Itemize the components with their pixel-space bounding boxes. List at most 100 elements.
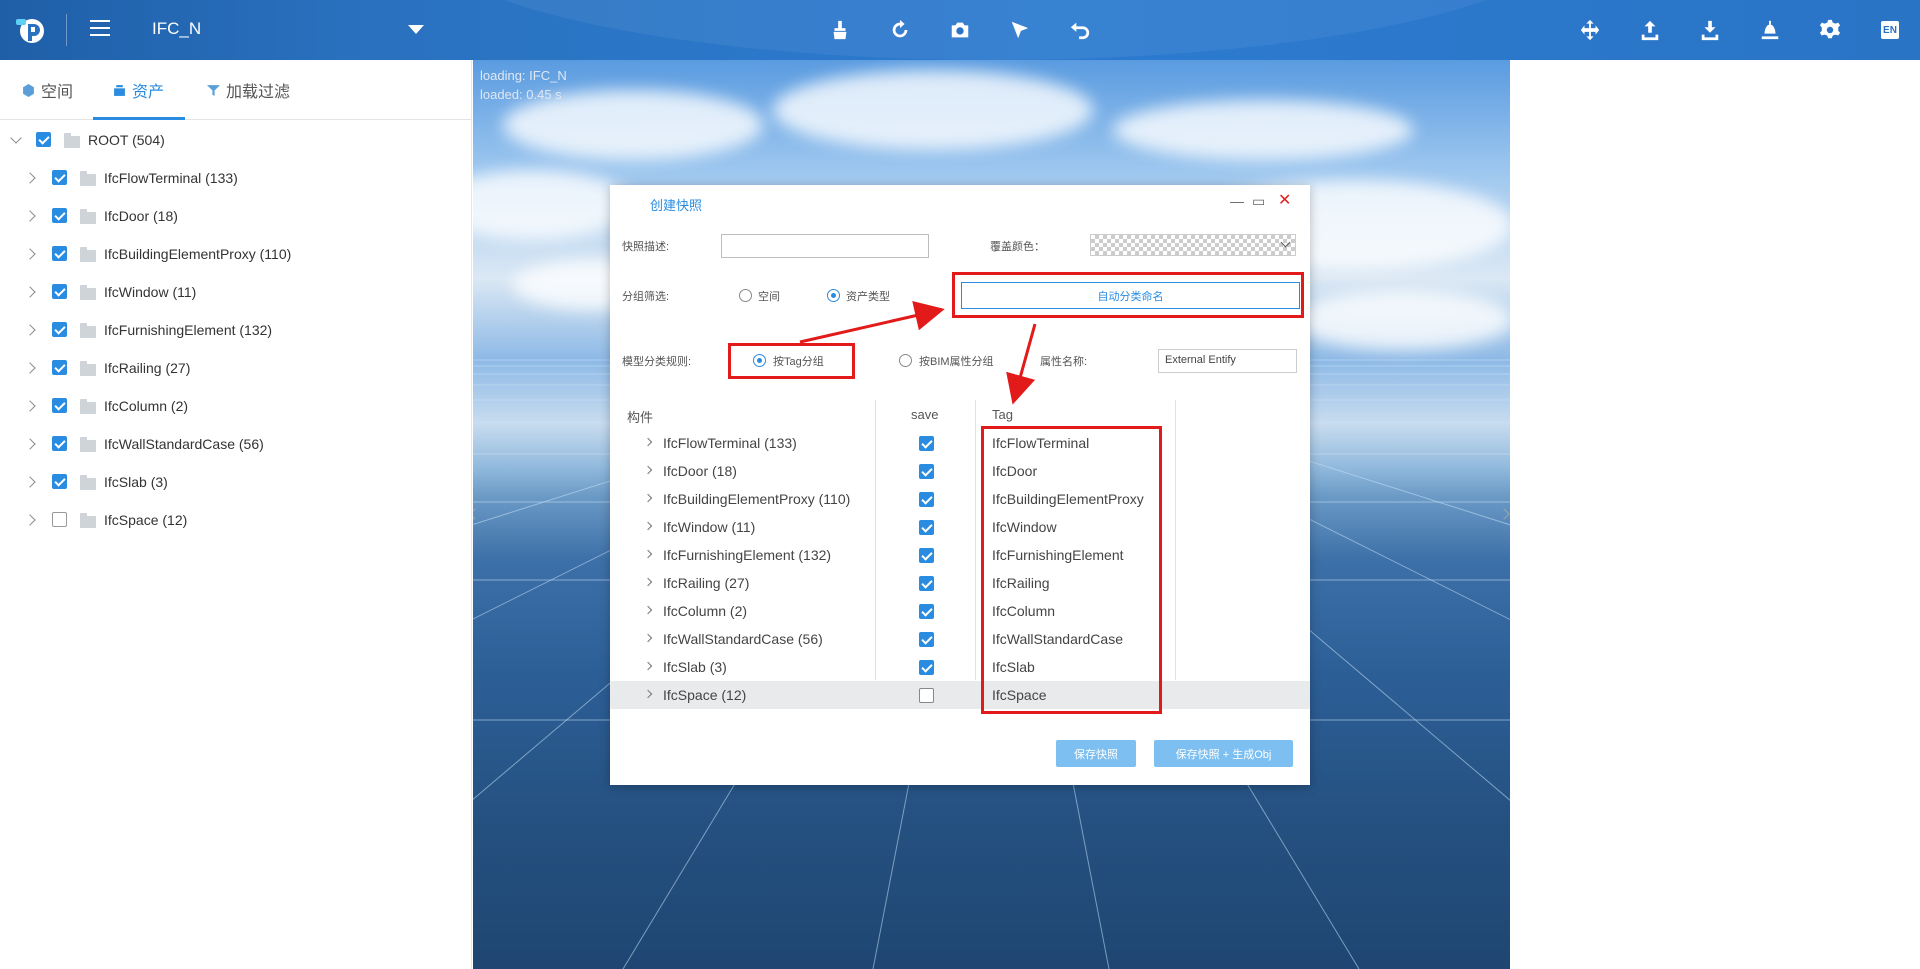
- chevron-right-icon[interactable]: [643, 605, 653, 615]
- chevron-right-icon[interactable]: [24, 324, 36, 336]
- tree-item[interactable]: IfcBuildingElementProxy (110): [0, 235, 470, 273]
- tree-item-checkbox[interactable]: [52, 246, 67, 261]
- chevron-right-icon[interactable]: [24, 286, 36, 298]
- filter-icon: [207, 84, 220, 96]
- chevron-right-icon[interactable]: [643, 549, 653, 559]
- rotate-icon[interactable]: [888, 18, 912, 42]
- tree-item[interactable]: IfcWallStandardCase (56): [0, 425, 470, 463]
- save-checkbox[interactable]: [919, 464, 934, 479]
- save-checkbox[interactable]: [919, 688, 934, 703]
- grid-row[interactable]: IfcFurnishingElement (132) IfcFurnishingE…: [610, 541, 1310, 569]
- menu-icon[interactable]: [90, 20, 110, 40]
- component-name: IfcSlab (3): [663, 659, 727, 675]
- tree-item-checkbox[interactable]: [52, 284, 67, 299]
- chevron-right-icon[interactable]: [24, 248, 36, 260]
- radio-space[interactable]: [739, 289, 752, 302]
- chevron-right-icon[interactable]: [24, 514, 36, 526]
- radio-asset-type[interactable]: [827, 289, 840, 302]
- tree-item-label: IfcWindow (11): [104, 284, 197, 300]
- overlay-color-picker[interactable]: [1090, 234, 1296, 256]
- tree-item-checkbox[interactable]: [52, 208, 67, 223]
- chevron-right-icon[interactable]: [643, 493, 653, 503]
- tree-item-checkbox[interactable]: [52, 398, 67, 413]
- save-checkbox[interactable]: [919, 520, 934, 535]
- chevron-right-icon[interactable]: [643, 661, 653, 671]
- chevron-right-icon[interactable]: [643, 437, 653, 447]
- tree-item[interactable]: IfcRailing (27): [0, 349, 470, 387]
- project-name[interactable]: IFC_N: [152, 19, 201, 39]
- grid-row[interactable]: IfcFlowTerminal (133) IfcFlowTerminal: [610, 429, 1310, 457]
- tree-item[interactable]: IfcSpace (12): [0, 501, 470, 539]
- snapshot-desc-input[interactable]: [721, 234, 929, 258]
- grid-row[interactable]: IfcWindow (11) IfcWindow: [610, 513, 1310, 541]
- tree-item-checkbox[interactable]: [52, 170, 67, 185]
- tree-item-label: IfcDoor (18): [104, 208, 178, 224]
- folder-icon: [80, 323, 96, 338]
- tree-item[interactable]: IfcWindow (11): [0, 273, 470, 311]
- save-checkbox[interactable]: [919, 604, 934, 619]
- root-checkbox[interactable]: [36, 132, 51, 147]
- undo-icon[interactable]: [1068, 18, 1092, 42]
- maximize-icon[interactable]: ▭: [1252, 193, 1265, 210]
- tree-root[interactable]: ROOT (504): [0, 121, 470, 159]
- save-checkbox[interactable]: [919, 576, 934, 591]
- close-icon[interactable]: ✕: [1278, 190, 1291, 210]
- loading-text: loading: IFC_N: [480, 68, 567, 83]
- tree-item-checkbox[interactable]: [52, 474, 67, 489]
- grid-row[interactable]: IfcRailing (27) IfcRailing: [610, 569, 1310, 597]
- chevron-right-icon[interactable]: [643, 577, 653, 587]
- tree-item[interactable]: IfcDoor (18): [0, 197, 470, 235]
- settings-icon[interactable]: [1818, 18, 1842, 42]
- save-checkbox[interactable]: [919, 436, 934, 451]
- select-arrow-icon[interactable]: [1008, 18, 1032, 42]
- save-checkbox[interactable]: [919, 660, 934, 675]
- chevron-right-icon[interactable]: [643, 465, 653, 475]
- grid-row[interactable]: IfcWallStandardCase (56) IfcWallStandardC…: [610, 625, 1310, 653]
- asset-icon: [114, 84, 125, 96]
- chevron-down-icon[interactable]: [10, 132, 22, 144]
- chevron-right-icon[interactable]: [24, 476, 36, 488]
- minimize-icon[interactable]: —: [1230, 193, 1244, 209]
- tree-item[interactable]: IfcFurnishingElement (132): [0, 311, 470, 349]
- tree-item-checkbox[interactable]: [52, 436, 67, 451]
- download-icon[interactable]: [1698, 18, 1722, 42]
- attr-name-input[interactable]: External Entify: [1158, 349, 1297, 373]
- tree-item-checkbox[interactable]: [52, 322, 67, 337]
- lamp-icon[interactable]: [1758, 18, 1782, 42]
- chevron-right-icon[interactable]: [24, 362, 36, 374]
- app-logo-icon[interactable]: [14, 14, 46, 46]
- grid-row[interactable]: IfcDoor (18) IfcDoor: [610, 457, 1310, 485]
- brush-icon[interactable]: [828, 18, 852, 42]
- save-checkbox[interactable]: [919, 492, 934, 507]
- tab-space[interactable]: 空间: [22, 78, 73, 102]
- tree-item[interactable]: IfcColumn (2): [0, 387, 470, 425]
- save-snapshot-button[interactable]: 保存快照: [1056, 740, 1136, 767]
- chevron-right-icon[interactable]: [24, 172, 36, 184]
- chevron-right-icon[interactable]: [643, 521, 653, 531]
- move-icon[interactable]: [1578, 18, 1602, 42]
- chevron-down-icon[interactable]: [408, 25, 424, 34]
- save-checkbox[interactable]: [919, 632, 934, 647]
- tree-item[interactable]: IfcSlab (3): [0, 463, 470, 501]
- grid-row[interactable]: IfcSpace (12) IfcSpace: [610, 681, 1310, 709]
- radio-bim-attr-group[interactable]: [899, 354, 912, 367]
- chevron-right-icon[interactable]: [24, 400, 36, 412]
- chevron-right-icon[interactable]: [24, 438, 36, 450]
- chevron-right-icon[interactable]: [643, 633, 653, 643]
- grid-row[interactable]: IfcColumn (2) IfcColumn: [610, 597, 1310, 625]
- chevron-right-icon[interactable]: [643, 689, 653, 699]
- tab-assets[interactable]: 资产: [113, 78, 164, 102]
- tab-load-filter[interactable]: 加载过滤: [207, 78, 290, 102]
- save-checkbox[interactable]: [919, 548, 934, 563]
- upload-icon[interactable]: [1638, 18, 1662, 42]
- chevron-right-icon[interactable]: [24, 210, 36, 222]
- tree-item-checkbox[interactable]: [52, 360, 67, 375]
- save-snapshot-obj-button[interactable]: 保存快照 + 生成Obj: [1154, 740, 1293, 767]
- tree-item[interactable]: IfcFlowTerminal (133): [0, 159, 470, 197]
- language-toggle[interactable]: EN: [1878, 18, 1902, 42]
- grid-row[interactable]: IfcSlab (3) IfcSlab: [610, 653, 1310, 681]
- grid-row[interactable]: IfcBuildingElementProxy (110) IfcBuilding…: [610, 485, 1310, 513]
- camera-icon[interactable]: [948, 18, 972, 42]
- tree-item-checkbox[interactable]: [52, 512, 67, 527]
- tab-load-filter-label: 加载过滤: [226, 84, 291, 101]
